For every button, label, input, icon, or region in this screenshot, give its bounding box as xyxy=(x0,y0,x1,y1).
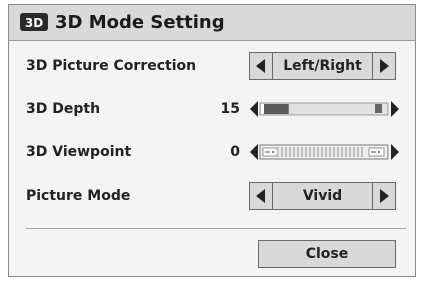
picture-mode-next-button[interactable] xyxy=(372,183,395,209)
picture-correction-prev-button[interactable] xyxy=(250,53,273,79)
viewpoint-left-marker xyxy=(262,147,279,157)
left-arrow-icon xyxy=(256,59,265,73)
depth-track-start xyxy=(261,104,264,114)
3d-icon: 3D xyxy=(20,13,48,31)
picture-mode-prev-button[interactable] xyxy=(250,183,273,209)
viewpoint-ticks xyxy=(281,147,363,157)
right-arrow-icon xyxy=(380,59,389,73)
dialog-title: 3D Mode Setting xyxy=(55,12,225,33)
picture-mode-selector[interactable]: Vivid xyxy=(249,182,396,210)
viewpoint-value: 0 xyxy=(230,144,240,160)
depth-track-end-marker xyxy=(375,104,382,113)
depth-slider[interactable] xyxy=(249,98,401,120)
viewpoint-label: 3D Viewpoint xyxy=(26,144,132,160)
picture-mode-value: Vivid xyxy=(302,188,343,204)
divider xyxy=(26,228,406,229)
picture-correction-label: 3D Picture Correction xyxy=(26,58,197,74)
close-button[interactable]: Close xyxy=(258,240,396,268)
picture-mode-label: Picture Mode xyxy=(26,188,131,204)
depth-label: 3D Depth xyxy=(26,101,101,117)
3d-icon-text: 3D xyxy=(25,16,43,30)
viewpoint-right-marker xyxy=(368,147,385,157)
depth-increase-icon[interactable] xyxy=(391,101,399,117)
viewpoint-decrease-icon[interactable] xyxy=(250,144,258,160)
picture-correction-value: Left/Right xyxy=(283,58,362,74)
dialog-header: 3D 3D Mode Setting xyxy=(9,5,415,41)
picture-correction-selector[interactable]: Left/Right xyxy=(249,52,396,80)
viewpoint-slider[interactable] xyxy=(249,141,401,163)
depth-value: 15 xyxy=(220,101,240,117)
3d-mode-setting-dialog: 3D 3D Mode Setting 3D Picture Correction… xyxy=(8,4,416,277)
right-arrow-icon xyxy=(380,189,389,203)
viewpoint-increase-icon[interactable] xyxy=(391,144,399,160)
picture-correction-next-button[interactable] xyxy=(372,53,395,79)
depth-decrease-icon[interactable] xyxy=(250,101,258,117)
left-arrow-icon xyxy=(256,189,265,203)
depth-fill xyxy=(264,104,289,114)
